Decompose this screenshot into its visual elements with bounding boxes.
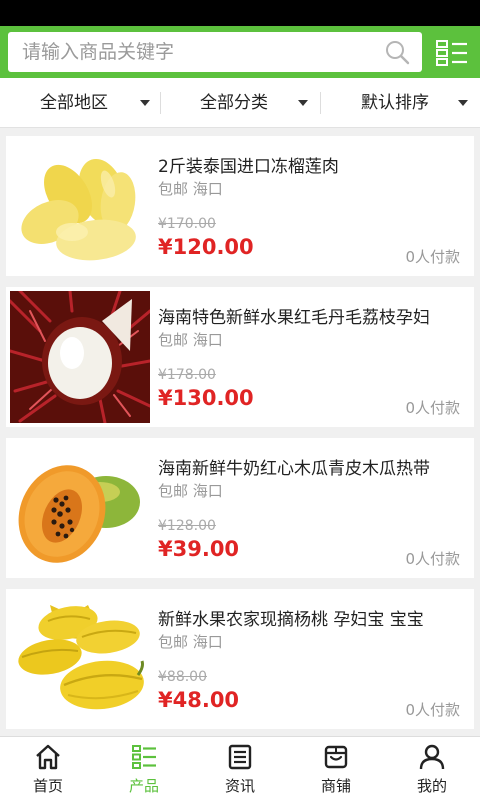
filter-category[interactable]: 全部分类 <box>200 78 360 128</box>
star-fruit-product-image <box>10 593 150 725</box>
product-sold-count: 0人付款 <box>405 248 460 266</box>
product-title: 2斤装泰国进口冻榴莲肉 <box>158 157 339 177</box>
tab-mine-label: 我的 <box>416 777 447 795</box>
product-title: 海南新鲜牛奶红心木瓜青皮木瓜热带 <box>158 459 430 479</box>
filter-category-label: 全部分类 <box>200 93 268 113</box>
tab-products[interactable]: 产品 <box>96 737 192 800</box>
product-card[interactable]: 海南特色新鲜水果红毛丹毛荔枝孕妇 包邮 海口 ¥178.00 ¥130.00 0… <box>6 287 474 427</box>
product-title: 新鲜水果农家现摘杨桃 孕妇宝 宝宝 <box>158 610 424 630</box>
search-input[interactable] <box>8 32 378 72</box>
filter-divider <box>320 92 321 114</box>
product-meta: 包邮 海口 <box>158 331 223 349</box>
news-icon <box>228 744 252 770</box>
product-price: ¥48.00 <box>158 688 240 712</box>
bottom-tab-bar: 首页 产品 资讯 商铺 我的 <box>0 736 480 800</box>
tab-home[interactable]: 首页 <box>0 737 96 800</box>
chevron-down-icon <box>298 100 308 106</box>
filter-divider <box>160 92 161 114</box>
search-header <box>0 26 480 78</box>
status-bar <box>0 0 480 26</box>
user-icon <box>419 744 445 770</box>
product-meta: 包邮 海口 <box>158 180 223 198</box>
product-title: 海南特色新鲜水果红毛丹毛荔枝孕妇 <box>158 308 430 328</box>
filter-region-label: 全部地区 <box>40 93 108 113</box>
tab-news[interactable]: 资讯 <box>192 737 288 800</box>
product-card[interactable]: 2斤装泰国进口冻榴莲肉 包邮 海口 ¥170.00 ¥120.00 0人付款 <box>6 136 474 276</box>
product-price: ¥120.00 <box>158 235 254 259</box>
search-icon[interactable] <box>384 39 410 65</box>
tab-news-label: 资讯 <box>224 777 255 795</box>
filter-sort[interactable]: 默认排序 <box>361 78 480 128</box>
shop-icon <box>324 745 348 769</box>
product-original-price: ¥88.00 <box>158 669 207 685</box>
product-meta: 包邮 海口 <box>158 482 223 500</box>
category-menu-icon[interactable] <box>434 38 470 68</box>
product-original-price: ¥128.00 <box>158 518 216 534</box>
home-icon <box>36 744 60 770</box>
product-sold-count: 0人付款 <box>405 399 460 417</box>
product-price: ¥39.00 <box>158 537 240 561</box>
filter-sort-label: 默认排序 <box>361 93 429 113</box>
product-original-price: ¥170.00 <box>158 216 216 232</box>
tab-home-label: 首页 <box>32 777 63 795</box>
chevron-down-icon <box>458 100 468 106</box>
product-sold-count: 0人付款 <box>405 550 460 568</box>
papaya-product-image <box>10 442 150 574</box>
rambutan-product-image <box>10 291 150 423</box>
product-price: ¥130.00 <box>158 386 254 410</box>
filter-bar: 全部地区 全部分类 默认排序 <box>0 78 480 128</box>
product-list-icon <box>132 745 156 769</box>
chevron-down-icon <box>140 100 150 106</box>
product-original-price: ¥178.00 <box>158 367 216 383</box>
product-meta: 包邮 海口 <box>158 633 223 651</box>
product-card[interactable]: 新鲜水果农家现摘杨桃 孕妇宝 宝宝 包邮 海口 ¥88.00 ¥48.00 0人… <box>6 589 474 729</box>
tab-shop[interactable]: 商铺 <box>288 737 384 800</box>
tab-mine[interactable]: 我的 <box>384 737 480 800</box>
durian-product-image <box>10 140 150 272</box>
filter-region[interactable]: 全部地区 <box>40 78 200 128</box>
tab-shop-label: 商铺 <box>320 777 351 795</box>
tab-products-label: 产品 <box>128 777 159 795</box>
product-sold-count: 0人付款 <box>405 701 460 719</box>
product-card[interactable]: 海南新鲜牛奶红心木瓜青皮木瓜热带 包邮 海口 ¥128.00 ¥39.00 0人… <box>6 438 474 578</box>
search-box[interactable] <box>8 32 422 72</box>
